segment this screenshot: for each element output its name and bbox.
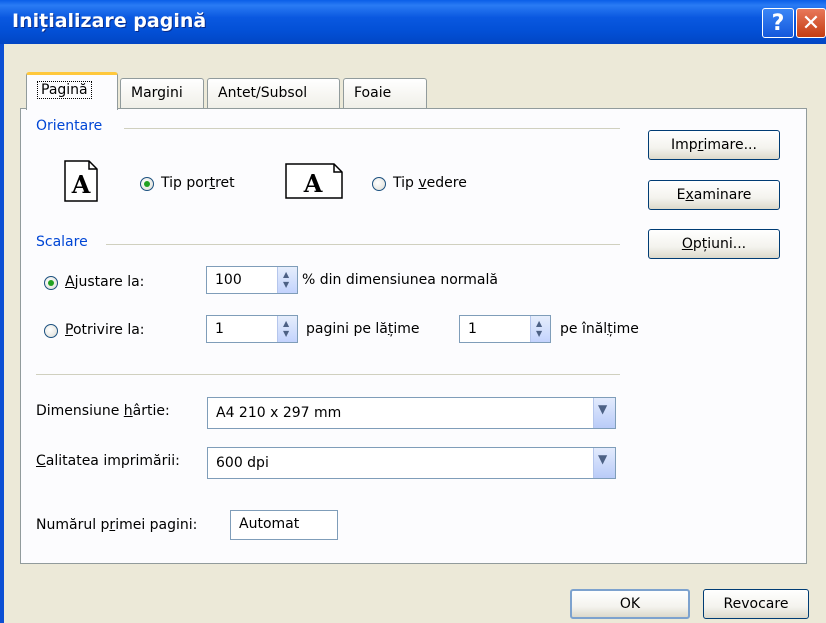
adjust-to-suffix: % din dimensiunea normală: [302, 272, 498, 288]
ok-button[interactable]: OK: [570, 589, 690, 619]
portrait-radio[interactable]: [140, 177, 154, 191]
paper-size-dropdown-button[interactable]: ▼: [593, 398, 615, 428]
fit-height-spinner[interactable]: ▲ ▼: [530, 316, 550, 342]
fit-height-input[interactable]: 1 ▲ ▼: [459, 315, 551, 343]
window-border: [0, 44, 4, 623]
portrait-page-icon: A: [64, 160, 98, 202]
tab-sheet[interactable]: Foaie: [343, 78, 427, 108]
adjust-to-input[interactable]: 100 ▲ ▼: [206, 266, 298, 294]
title-bar[interactable]: Inițializare pagină ? ✕: [0, 0, 826, 44]
landscape-page-icon: A: [285, 163, 343, 199]
adjust-to-radio[interactable]: [44, 276, 58, 290]
fit-width-input[interactable]: 1 ▲ ▼: [206, 315, 298, 343]
fit-width-spinner[interactable]: ▲ ▼: [277, 316, 297, 342]
svg-text:A: A: [303, 169, 323, 198]
adjust-to-label[interactable]: Ajustare la:: [65, 274, 144, 290]
fit-height-suffix: pe înălțime: [560, 321, 639, 337]
cancel-button[interactable]: Revocare: [703, 589, 809, 619]
fit-to-label[interactable]: Potrivire la:: [65, 322, 145, 338]
orientation-group-title: Orientare: [36, 118, 103, 134]
first-page-label: Numărul primei pagini:: [36, 517, 198, 533]
first-page-input[interactable]: Automat: [230, 510, 338, 540]
landscape-radio[interactable]: [372, 177, 386, 191]
orientation-divider: [124, 128, 620, 129]
window-title: Inițializare pagină: [12, 10, 207, 32]
print-button[interactable]: Imprimare...: [648, 130, 780, 160]
chevron-down-icon: ▼: [598, 452, 608, 466]
paper-size-select[interactable]: A4 210 x 297 mm ▼: [207, 397, 616, 429]
section-divider: [36, 374, 620, 375]
fit-to-radio[interactable]: [44, 324, 58, 338]
print-quality-dropdown-button[interactable]: ▼: [593, 448, 615, 478]
tab-page[interactable]: Pagină: [26, 72, 118, 110]
scaling-divider: [106, 244, 620, 245]
paper-size-label: Dimensiune hârtie:: [36, 403, 170, 419]
scaling-group-title: Scalare: [36, 234, 88, 250]
preview-button[interactable]: Examinare: [648, 180, 780, 210]
svg-text:A: A: [71, 170, 91, 199]
portrait-label[interactable]: Tip portret: [161, 175, 235, 191]
tab-margins[interactable]: Margini: [120, 78, 204, 108]
options-button[interactable]: Opțiuni...: [648, 229, 780, 259]
print-quality-label: Calitatea imprimării:: [36, 453, 180, 469]
adjust-to-spinner[interactable]: ▲ ▼: [277, 267, 297, 293]
help-button[interactable]: ?: [762, 8, 794, 38]
tab-header-footer[interactable]: Antet/Subsol: [207, 78, 340, 108]
page-setup-dialog: Inițializare pagină ? ✕ Pagină Margini A…: [0, 0, 826, 623]
landscape-label[interactable]: Tip vedere: [393, 175, 467, 191]
chevron-down-icon: ▼: [598, 402, 608, 416]
print-quality-select[interactable]: 600 dpi ▼: [207, 447, 616, 479]
close-button[interactable]: ✕: [796, 8, 826, 38]
fit-width-suffix: pagini pe lățime: [306, 321, 420, 337]
